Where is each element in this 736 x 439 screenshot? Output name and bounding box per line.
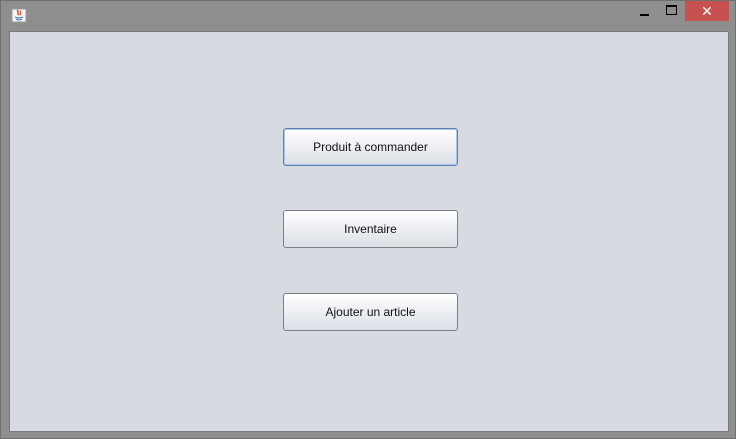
produit-a-commander-button[interactable]: Produit à commander [283, 128, 458, 166]
maximize-button[interactable] [658, 1, 685, 21]
minimize-button[interactable] [631, 1, 658, 21]
inventaire-button[interactable]: Inventaire [283, 210, 458, 248]
button-label: Ajouter un article [325, 305, 416, 319]
main-panel: Produit à commander Inventaire Ajouter u… [9, 31, 729, 432]
close-icon: ✕ [701, 2, 713, 19]
button-label: Produit à commander [313, 140, 428, 154]
java-app-icon [11, 8, 27, 23]
minimize-icon [640, 14, 649, 16]
window-controls: ✕ [631, 1, 729, 23]
title-bar[interactable]: ✕ [1, 1, 735, 31]
ajouter-un-article-button[interactable]: Ajouter un article [283, 293, 458, 331]
app-window: ✕ Produit à commander Inventaire Ajouter… [0, 0, 736, 439]
maximize-icon [666, 5, 677, 15]
close-button[interactable]: ✕ [685, 1, 729, 21]
button-label: Inventaire [344, 222, 397, 236]
